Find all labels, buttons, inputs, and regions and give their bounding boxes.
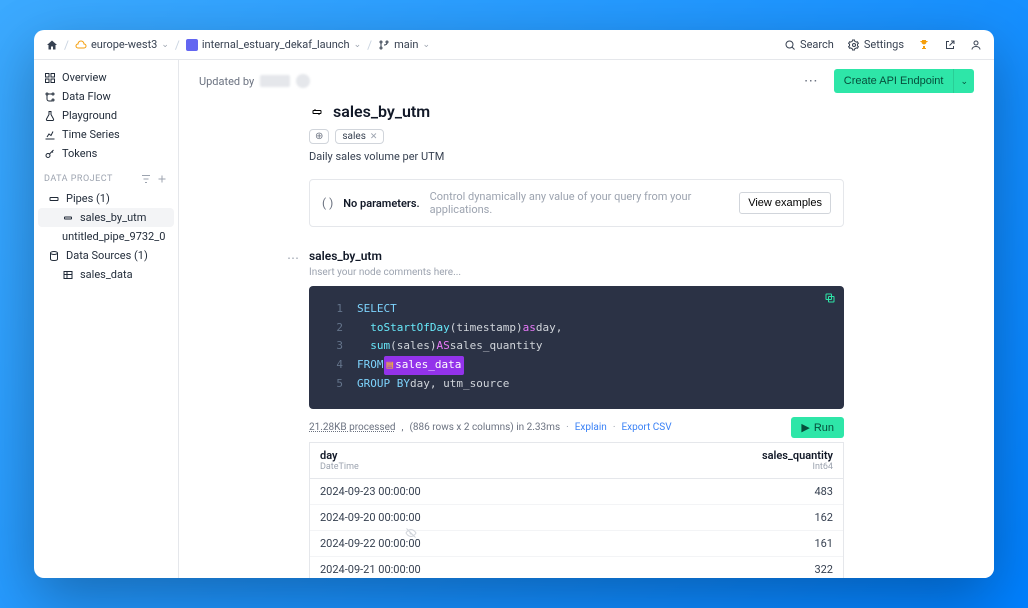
table-row[interactable]: 2024-09-22 00:00:00161	[310, 531, 843, 557]
create-api-endpoint-button[interactable]: Create API Endpoint	[834, 69, 954, 93]
data-project-header: DATA PROJECT	[34, 163, 178, 189]
no-parameters-label: No parameters.	[343, 197, 419, 210]
grid-icon	[44, 72, 56, 84]
nav-overview[interactable]: Overview	[34, 68, 178, 87]
processed-stat[interactable]: 21.28KB processed	[309, 422, 396, 433]
sql-editor[interactable]: 1SELECT 2 toStartOfDay(timestamp) as day…	[309, 286, 844, 409]
nav-playground[interactable]: Playground	[34, 106, 178, 125]
cell-day: 2024-09-20 00:00:00	[310, 505, 608, 530]
pipe-title[interactable]: sales_by_utm	[333, 102, 430, 121]
main-panel: Updated by ⋯ Create API Endpoint ⌄ sales…	[179, 60, 994, 578]
breadcrumb-separator: /	[64, 38, 69, 52]
filter-icon[interactable]	[140, 173, 152, 185]
gear-icon	[848, 39, 860, 51]
eye-off-icon[interactable]	[405, 527, 417, 542]
workspace-badge-icon	[186, 39, 198, 51]
rows-stat: (886 rows x 2 columns) in 2.33ms	[409, 422, 560, 433]
table-icon	[62, 269, 74, 281]
parameters-box: ( ) No parameters. Control dynamically a…	[309, 179, 844, 227]
region-crumb[interactable]: europe-west3 ⌄	[75, 38, 169, 51]
cloud-icon	[75, 39, 87, 51]
updated-by-label: Updated by	[199, 74, 310, 88]
plus-icon[interactable]	[156, 173, 168, 185]
pipe-item-untitled[interactable]: untitled_pipe_9732_0	[34, 227, 178, 246]
search-icon	[784, 39, 796, 51]
breadcrumb-separator: /	[175, 38, 180, 52]
key-icon	[44, 148, 56, 160]
results-table: day DateTime sales_quantity Int64 2024-0…	[309, 442, 844, 578]
tag-row: ⊕ sales ✕	[309, 129, 844, 144]
col-qty-header[interactable]: sales_quantity Int64	[608, 443, 843, 478]
run-button[interactable]: ▶ Run	[791, 417, 844, 438]
tag-chip-sales[interactable]: sales ✕	[335, 129, 384, 144]
pipe-title-row: sales_by_utm	[309, 102, 844, 121]
col-day-header[interactable]: day DateTime	[310, 443, 608, 478]
ds-item-sales-data[interactable]: sales_data	[34, 265, 178, 284]
cell-day: 2024-09-21 00:00:00	[310, 557, 608, 578]
pipe-icon	[48, 193, 60, 205]
brackets-icon: ( )	[322, 196, 333, 210]
pipes-group[interactable]: Pipes (1)	[34, 189, 178, 208]
home-icon[interactable]	[46, 39, 58, 51]
explain-link[interactable]: Explain	[575, 422, 607, 433]
more-options-button[interactable]: ⋯	[798, 69, 824, 93]
redacted-name	[260, 75, 290, 87]
copy-icon[interactable]	[824, 292, 836, 311]
pipe-icon	[62, 212, 74, 224]
user-icon[interactable]	[970, 39, 982, 51]
cell-day: 2024-09-23 00:00:00	[310, 479, 608, 504]
query-stats: 21.28KB processed, (886 rows x 2 columns…	[309, 417, 844, 438]
workspace-crumb[interactable]: internal_estuary_dekaf_launch ⌄	[186, 38, 361, 51]
topbar: / europe-west3 ⌄ / internal_estuary_deka…	[34, 30, 994, 60]
breadcrumb-separator: /	[367, 38, 372, 52]
trophy-icon[interactable]	[918, 39, 930, 51]
table-row[interactable]: 2024-09-21 00:00:00322	[310, 557, 843, 578]
chevron-down-icon: ⌄	[354, 40, 362, 50]
external-link-icon[interactable]	[944, 39, 956, 51]
cell-qty: 322	[608, 557, 843, 578]
node-name[interactable]: sales_by_utm	[309, 249, 844, 263]
pipe-description[interactable]: Daily sales volume per UTM	[309, 150, 844, 163]
branch-icon	[378, 39, 390, 51]
branch-crumb[interactable]: main ⌄	[378, 38, 430, 51]
play-icon: ▶	[801, 421, 809, 434]
cell-qty: 162	[608, 505, 843, 530]
sidebar: Overview Data Flow Playground Time Serie…	[34, 60, 179, 578]
chevron-down-icon: ⌄	[423, 40, 431, 50]
export-csv-link[interactable]: Export CSV	[621, 422, 671, 433]
datasource-token[interactable]: ▤sales_data	[384, 356, 465, 375]
nav-dataflow[interactable]: Data Flow	[34, 87, 178, 106]
view-examples-button[interactable]: View examples	[739, 192, 831, 214]
nav-timeseries[interactable]: Time Series	[34, 125, 178, 144]
database-icon	[48, 250, 60, 262]
node-options-icon[interactable]: ⋯	[287, 251, 299, 265]
cell-day: 2024-09-22 00:00:00	[310, 531, 608, 556]
add-tag-button[interactable]: ⊕	[309, 129, 329, 144]
table-row[interactable]: 2024-09-23 00:00:00483	[310, 479, 843, 505]
node-section: ⋯ sales_by_utm Insert your node comments…	[293, 249, 844, 578]
redacted-avatar	[296, 74, 310, 88]
nav-tokens[interactable]: Tokens	[34, 144, 178, 163]
pipe-item-sales-by-utm[interactable]: sales_by_utm	[38, 208, 174, 227]
parameters-hint: Control dynamically any value of your qu…	[430, 190, 730, 216]
settings-button[interactable]: Settings	[848, 38, 904, 51]
app-window: / europe-west3 ⌄ / internal_estuary_deka…	[34, 30, 994, 578]
node-comment-placeholder[interactable]: Insert your node comments here...	[309, 267, 844, 278]
datasources-group[interactable]: Data Sources (1)	[34, 246, 178, 265]
chart-icon	[44, 129, 56, 141]
chevron-down-icon: ⌄	[161, 40, 169, 50]
pipe-icon	[309, 104, 325, 120]
flask-icon	[44, 110, 56, 122]
table-header: day DateTime sales_quantity Int64	[310, 442, 843, 479]
remove-tag-icon[interactable]: ✕	[370, 132, 378, 142]
cell-qty: 483	[608, 479, 843, 504]
create-dropdown-button[interactable]: ⌄	[953, 69, 974, 93]
table-row[interactable]: 2024-09-20 00:00:00162	[310, 505, 843, 531]
main-header: Updated by ⋯ Create API Endpoint ⌄	[179, 60, 994, 102]
cell-qty: 161	[608, 531, 843, 556]
flow-icon	[44, 91, 56, 103]
search-button[interactable]: Search	[784, 38, 834, 51]
